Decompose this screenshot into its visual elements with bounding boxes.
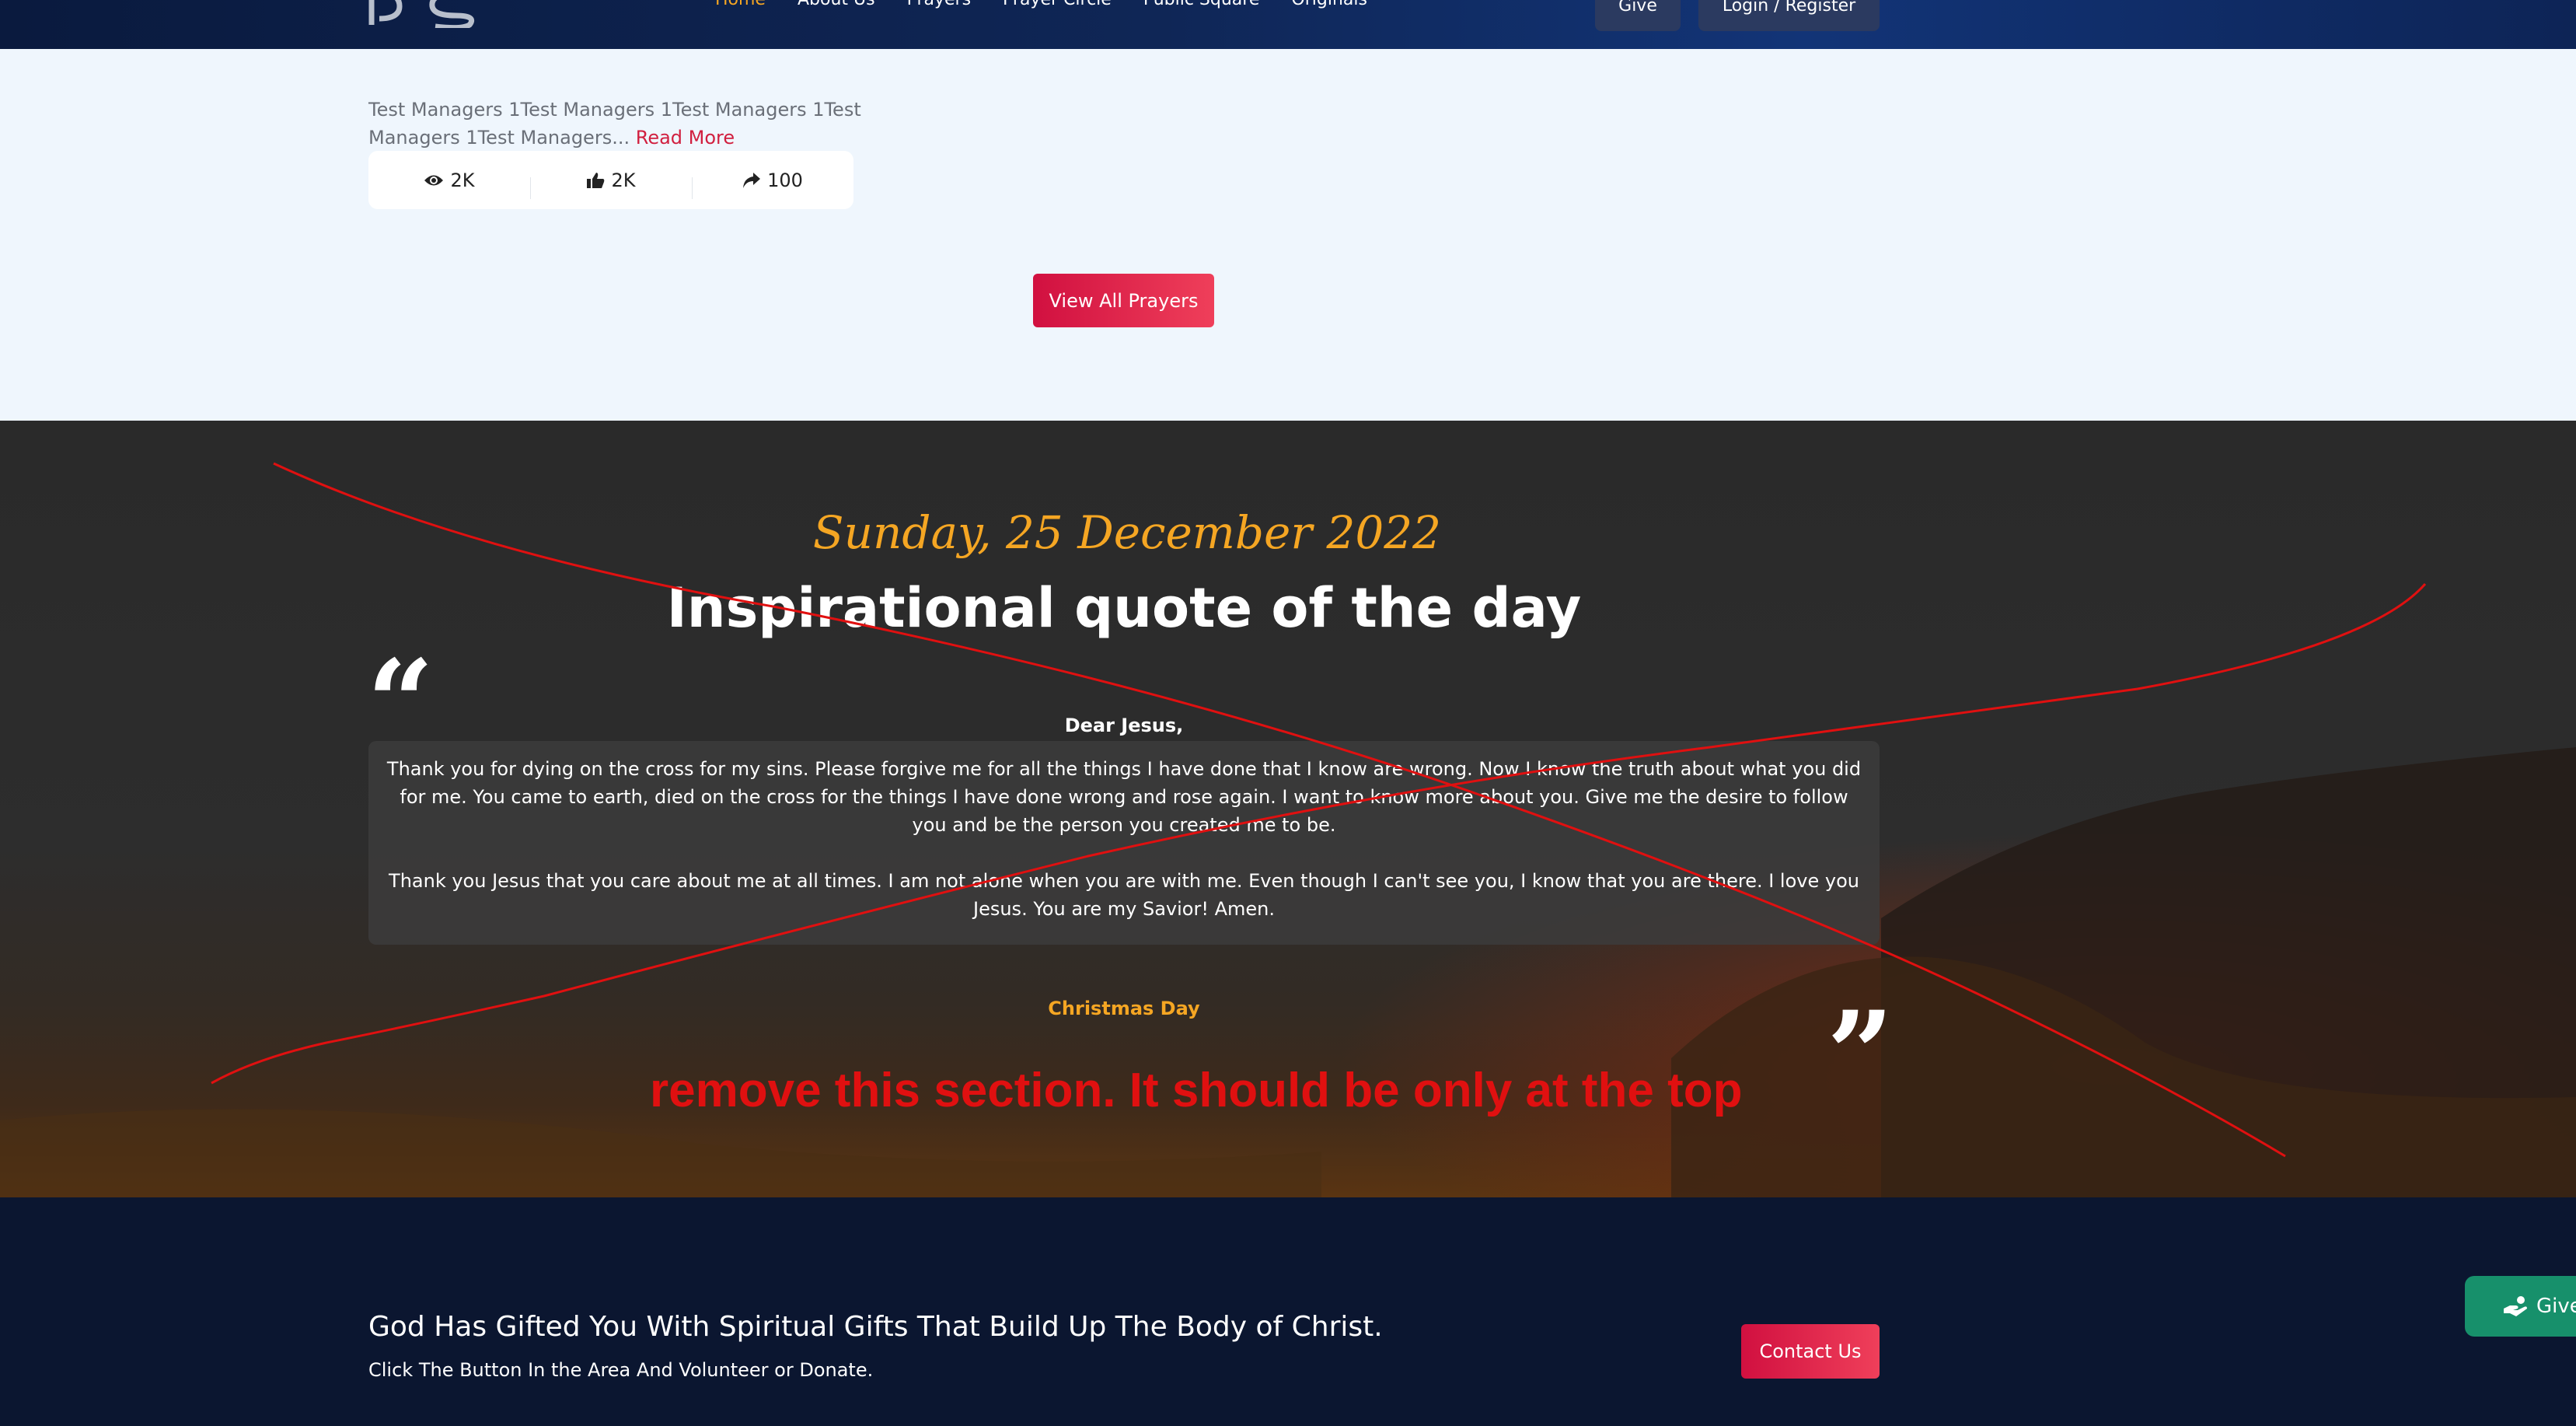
likes-stat[interactable]: 2K [530, 169, 692, 199]
nav-prayers[interactable]: Prayers [907, 0, 971, 9]
likes-count: 2K [611, 169, 636, 191]
shares-stat[interactable]: 100 [692, 169, 853, 199]
annotation-note: remove this section. It should be only a… [650, 1064, 1743, 1117]
nav-originals[interactable]: Originals [1291, 0, 1367, 9]
eye-icon [424, 175, 444, 185]
recent-prayers-section: Test Managers 1Test Managers 1Test Manag… [0, 49, 2576, 421]
nav-home[interactable]: Home [715, 0, 766, 9]
cta-title: God Has Gifted You With Spiritual Gifts … [368, 1311, 1383, 1343]
view-all-prayers-button[interactable]: View All Prayers [1033, 274, 1214, 327]
thumbs-up-icon [587, 172, 605, 188]
read-more-link[interactable]: Read More [636, 127, 735, 149]
floating-give-label: Give [2536, 1295, 2576, 1318]
views-stat: 2K [368, 170, 530, 191]
views-count: 2K [450, 169, 475, 191]
volunteer-cta-section: God Has Gifted You With Spiritual Gifts … [0, 1197, 2576, 1426]
nav-prayer-circle[interactable]: Prayer Circle [1003, 0, 1112, 9]
login-register-button[interactable]: Login / Register [1698, 0, 1880, 31]
prayer-excerpt: Test Managers 1Test Managers 1Test Manag… [368, 96, 866, 152]
shares-count: 100 [767, 169, 803, 191]
floating-give-button[interactable]: Give [2465, 1276, 2576, 1337]
share-icon [743, 172, 761, 188]
prayer-stats: 2K 2K 100 [368, 151, 853, 209]
contact-us-button[interactable]: Contact Us [1741, 1324, 1880, 1379]
site-logo[interactable] [368, 0, 485, 28]
prayer-excerpt-text: Test Managers 1Test Managers 1Test Manag… [368, 99, 861, 149]
cta-subtitle: Click The Button In the Area And Volunte… [368, 1359, 874, 1381]
nav-public-square[interactable]: Public Square [1143, 0, 1260, 9]
give-button[interactable]: Give [1595, 0, 1681, 31]
quote-of-the-day-section: Sunday, 25 December 2022 Inspirational q… [0, 421, 2576, 1197]
main-nav: Home About Us Prayers Prayer Circle Publ… [715, 0, 1399, 16]
donate-hand-icon [2504, 1296, 2527, 1316]
site-header: Home About Us Prayers Prayer Circle Publ… [0, 0, 2576, 49]
nav-about-us[interactable]: About Us [798, 0, 875, 9]
